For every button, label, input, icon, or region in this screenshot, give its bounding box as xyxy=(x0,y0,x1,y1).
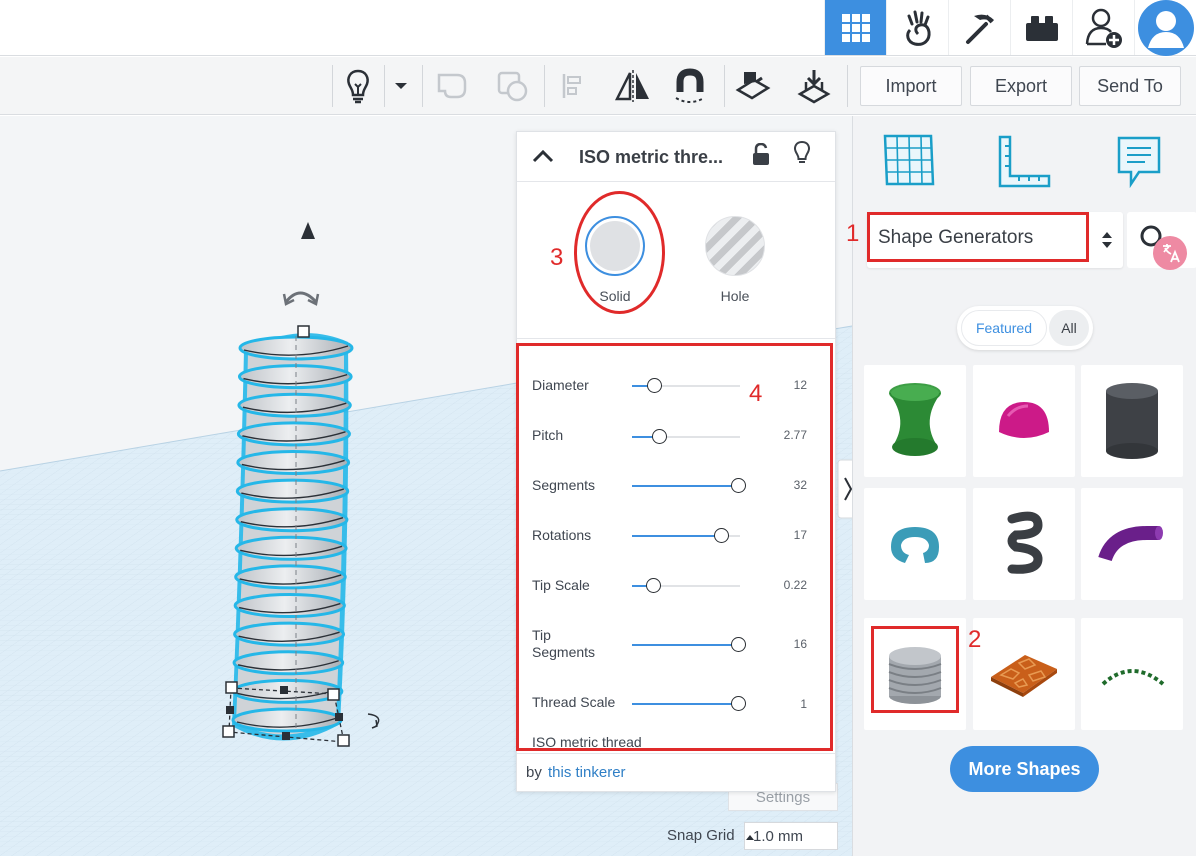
workplane-button[interactable] xyxy=(731,65,775,107)
group-button[interactable] xyxy=(430,65,474,107)
select-updown-icon xyxy=(1102,232,1112,248)
ungroup-icon xyxy=(497,71,528,102)
show-all-button[interactable] xyxy=(336,65,380,107)
lock-icon[interactable] xyxy=(751,143,771,167)
bricks-button[interactable] xyxy=(1010,0,1072,55)
ruler-tool[interactable] xyxy=(997,134,1053,190)
ruler-icon xyxy=(998,135,1051,188)
voronoi-tile-shape-icon xyxy=(991,655,1057,697)
mirror-icon xyxy=(614,70,649,102)
annotation-label-4: 4 xyxy=(749,380,763,407)
half-sphere-shape-icon xyxy=(999,402,1049,438)
snap-grid-value: 1.0 mm xyxy=(753,827,804,845)
shape-tile-bent-tube[interactable] xyxy=(1081,488,1183,600)
shape-tile-spring[interactable] xyxy=(973,488,1075,600)
text-arc-shape-icon xyxy=(1101,669,1165,686)
torus-shape-icon xyxy=(891,527,939,563)
annotation-label-3: 3 xyxy=(550,244,564,271)
shape-tile-half-sphere[interactable] xyxy=(973,365,1075,477)
add-user-icon xyxy=(1085,8,1122,48)
light-icon[interactable] xyxy=(792,140,812,166)
annotation-box-2 xyxy=(871,626,959,713)
invite-user-button[interactable] xyxy=(1072,0,1134,55)
annotation-box-1 xyxy=(867,212,1089,262)
cylinder-shape-icon xyxy=(1106,383,1158,459)
translate-icon xyxy=(1163,244,1180,263)
by-label: by xyxy=(526,764,542,781)
hole-swatch[interactable] xyxy=(705,216,765,276)
workplane-tool[interactable] xyxy=(881,132,937,188)
bent-tube-shape-icon xyxy=(1098,526,1163,562)
spring-shape-icon xyxy=(1007,511,1043,574)
lightbulb-icon xyxy=(347,69,369,104)
inspector-header: ISO metric thre... xyxy=(517,132,835,182)
build-button[interactable] xyxy=(948,0,1010,55)
iso-thread-model xyxy=(231,333,354,741)
caret-up-icon xyxy=(746,835,754,840)
inspector-divider xyxy=(517,338,835,339)
shape-tile-hyperboloid[interactable] xyxy=(864,365,966,477)
grid-view-button[interactable] xyxy=(824,0,886,55)
drop-to-workplane-icon xyxy=(797,70,831,104)
send-to-button[interactable]: Send To xyxy=(1079,66,1181,106)
align-button[interactable] xyxy=(552,65,596,107)
toolbar-divider xyxy=(724,65,725,107)
dropdown-caret-icon xyxy=(395,83,407,89)
tinker-gesture-button[interactable] xyxy=(886,0,948,55)
note-icon xyxy=(1117,136,1161,189)
mirror-button[interactable] xyxy=(611,65,655,107)
drop-button[interactable] xyxy=(792,65,836,107)
annotation-label-1: 1 xyxy=(846,220,860,247)
cruise-magnet-button[interactable] xyxy=(668,65,712,107)
toolbar-divider xyxy=(544,65,545,107)
avatar-icon xyxy=(1137,0,1194,56)
toolbar-divider xyxy=(847,65,848,107)
annotation-circle-3 xyxy=(574,191,665,314)
inspector-footer: by this tinkerer xyxy=(517,753,835,791)
edit-toolbar: Import Export Send To xyxy=(0,57,1196,115)
shape-tile-cylinder[interactable] xyxy=(1081,365,1183,477)
show-all-dropdown[interactable] xyxy=(383,65,419,107)
snap-grid-select[interactable]: 1.0 mm xyxy=(744,822,838,850)
workplane-grid-icon xyxy=(883,134,935,186)
author-link[interactable]: this tinkerer xyxy=(548,764,626,781)
notes-tool[interactable] xyxy=(1115,134,1163,190)
workplane-icon xyxy=(735,72,771,100)
grid-view-icon xyxy=(841,13,870,42)
hole-label: Hole xyxy=(720,288,750,304)
brick-icon xyxy=(1025,15,1058,41)
tab-featured[interactable]: Featured xyxy=(961,310,1047,346)
magnet-icon xyxy=(675,68,705,103)
shape-tile-text-arc[interactable] xyxy=(1081,618,1183,730)
user-avatar-button[interactable] xyxy=(1134,0,1196,56)
collapse-panel-tab xyxy=(837,459,852,519)
tab-all[interactable]: All xyxy=(1049,310,1089,346)
shape-filter-tabs: Featured All xyxy=(957,306,1093,350)
shape-tile-torus[interactable] xyxy=(864,488,966,600)
hyperboloid-shape-icon xyxy=(889,383,941,456)
more-shapes-button[interactable]: More Shapes xyxy=(950,746,1099,792)
ungroup-button[interactable] xyxy=(490,65,534,107)
toolbar-divider xyxy=(422,65,423,107)
export-button[interactable]: Export xyxy=(970,66,1072,106)
pickaxe-icon xyxy=(965,14,994,44)
shape-tile-voronoi[interactable] xyxy=(973,618,1075,730)
collapse-chevron-icon[interactable] xyxy=(532,149,554,163)
inspector-title: ISO metric thre... xyxy=(579,147,724,167)
hand-gesture-icon xyxy=(905,10,931,46)
import-button[interactable]: Import xyxy=(860,66,962,106)
annotation-label-2: 2 xyxy=(968,626,982,653)
snap-grid-label: Snap Grid xyxy=(667,827,735,844)
align-icon xyxy=(562,74,581,98)
top-bar xyxy=(0,0,1196,56)
group-icon xyxy=(437,73,467,99)
translate-badge[interactable] xyxy=(1153,236,1187,270)
annotation-box-4 xyxy=(516,343,833,751)
toolbar-divider xyxy=(332,65,333,107)
